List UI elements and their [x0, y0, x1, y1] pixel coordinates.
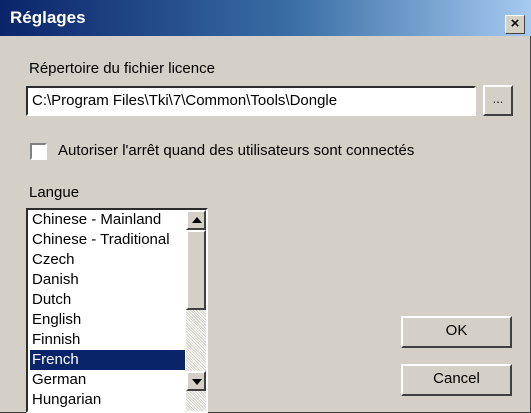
license-directory-label: Répertoire du fichier licence	[29, 60, 215, 77]
allow-shutdown-checkbox[interactable]	[30, 143, 47, 160]
scroll-up-arrow-icon	[192, 217, 202, 223]
close-button[interactable]: ×	[505, 15, 525, 34]
language-label: Langue	[29, 184, 80, 201]
language-item[interactable]: German	[30, 370, 185, 390]
browse-button[interactable]: ...	[483, 85, 513, 116]
language-item[interactable]: Finnish	[30, 330, 185, 350]
language-item[interactable]: Chinese - Mainland	[30, 210, 185, 230]
scrollbar-thumb[interactable]	[186, 230, 206, 310]
language-item[interactable]: English	[30, 310, 185, 330]
scroll-down-arrow-icon	[192, 379, 202, 385]
language-item[interactable]: Chinese - Traditional	[30, 230, 185, 250]
settings-dialog: Réglages × Répertoire du fichier licence…	[0, 0, 531, 413]
ok-button[interactable]: OK	[401, 316, 512, 348]
language-item-selected[interactable]: French	[30, 350, 185, 370]
language-item[interactable]: Czech	[30, 250, 185, 270]
language-item[interactable]: Hungarian	[30, 390, 185, 410]
scroll-up-button[interactable]	[186, 210, 206, 230]
window-title: Réglages	[10, 8, 86, 27]
cancel-button[interactable]: Cancel	[401, 364, 512, 396]
license-path-input[interactable]: C:\Program Files\Tki\7\Common\Tools\Dong…	[26, 86, 476, 116]
language-listbox[interactable]: Chinese - Mainland Chinese - Traditional…	[26, 208, 208, 413]
language-item[interactable]: Danish	[30, 270, 185, 290]
scroll-down-button[interactable]	[186, 371, 206, 391]
language-item[interactable]: Dutch	[30, 290, 185, 310]
allow-shutdown-label[interactable]: Autoriser l'arrêt quand des utilisateurs…	[58, 142, 414, 159]
language-scrollbar[interactable]	[186, 210, 206, 411]
close-icon: ×	[510, 15, 520, 32]
title-bar[interactable]: Réglages ×	[0, 0, 531, 36]
